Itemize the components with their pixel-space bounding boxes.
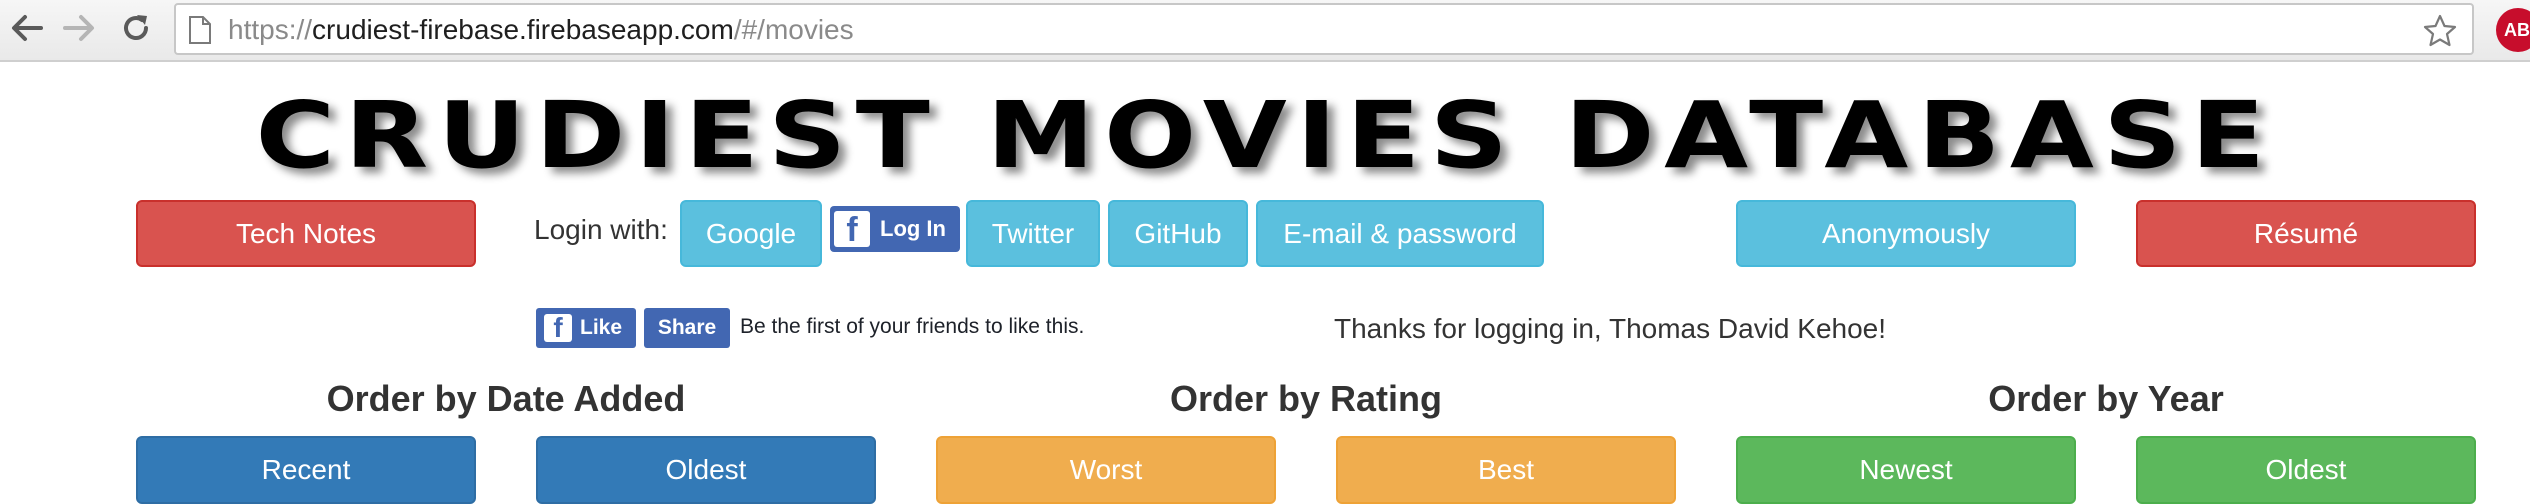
facebook-icon: f — [834, 211, 870, 247]
url-text: https://crudiest-firebase.firebaseapp.co… — [228, 13, 854, 47]
site-title: CRUDIEST MOVIES DATABASE — [255, 82, 2275, 189]
twitter-login-button[interactable]: Twitter — [966, 200, 1100, 267]
facebook-social-text: Be the first of your friends to like thi… — [740, 315, 1085, 338]
sort-oldest-added-button[interactable]: Oldest — [536, 436, 876, 504]
sort-recent-button[interactable]: Recent — [136, 436, 476, 504]
forward-button[interactable] — [58, 6, 102, 50]
url-scheme: https:// — [228, 14, 313, 45]
page-icon — [189, 16, 211, 44]
anonymous-login-button[interactable]: Anonymously — [1736, 200, 2076, 267]
back-button[interactable] — [4, 6, 48, 50]
bookmark-star-icon[interactable] — [2422, 13, 2458, 49]
adblock-badge-text: ABP — [2504, 19, 2530, 40]
facebook-login-button[interactable]: f Log In — [830, 206, 960, 252]
order-by-date-heading: Order by Date Added — [326, 378, 686, 419]
address-bar[interactable]: https://crudiest-firebase.firebaseapp.co… — [174, 3, 2474, 55]
order-by-year-heading: Order by Year — [1988, 378, 2224, 419]
email-password-login-button[interactable]: E-mail & password — [1256, 200, 1544, 267]
url-host: crudiest-firebase.firebaseapp.com — [312, 14, 734, 45]
resume-button[interactable]: Résumé — [2136, 200, 2476, 267]
sort-best-button[interactable]: Best — [1336, 436, 1676, 504]
tech-notes-button[interactable]: Tech Notes — [136, 200, 476, 267]
order-by-rating-heading: Order by Rating — [1169, 378, 1443, 419]
welcome-message: Thanks for logging in, Thomas David Keho… — [1334, 313, 1887, 344]
google-login-button[interactable]: Google — [680, 200, 822, 267]
facebook-share-button[interactable]: Share — [644, 308, 730, 348]
sort-newest-button[interactable]: Newest — [1736, 436, 2076, 504]
login-with-label: Login with: — [534, 214, 668, 245]
github-login-button[interactable]: GitHub — [1108, 200, 1248, 267]
facebook-like-icon: f — [544, 314, 572, 342]
url-path: /#/movies — [733, 14, 854, 45]
browser-toolbar: https://crudiest-firebase.firebaseapp.co… — [0, 0, 2530, 62]
facebook-like-button[interactable]: f Like — [536, 308, 636, 348]
reload-icon — [124, 15, 148, 40]
back-arrow-icon — [12, 15, 43, 41]
reload-button[interactable] — [114, 6, 158, 50]
forward-arrow-icon — [63, 15, 94, 41]
adblock-extension-icon[interactable]: ABP — [2496, 8, 2530, 52]
like-label: Like — [580, 316, 623, 339]
sort-oldest-year-button[interactable]: Oldest — [2136, 436, 2476, 504]
sort-worst-button[interactable]: Worst — [936, 436, 1276, 504]
facebook-login-label: Log In — [880, 216, 946, 241]
